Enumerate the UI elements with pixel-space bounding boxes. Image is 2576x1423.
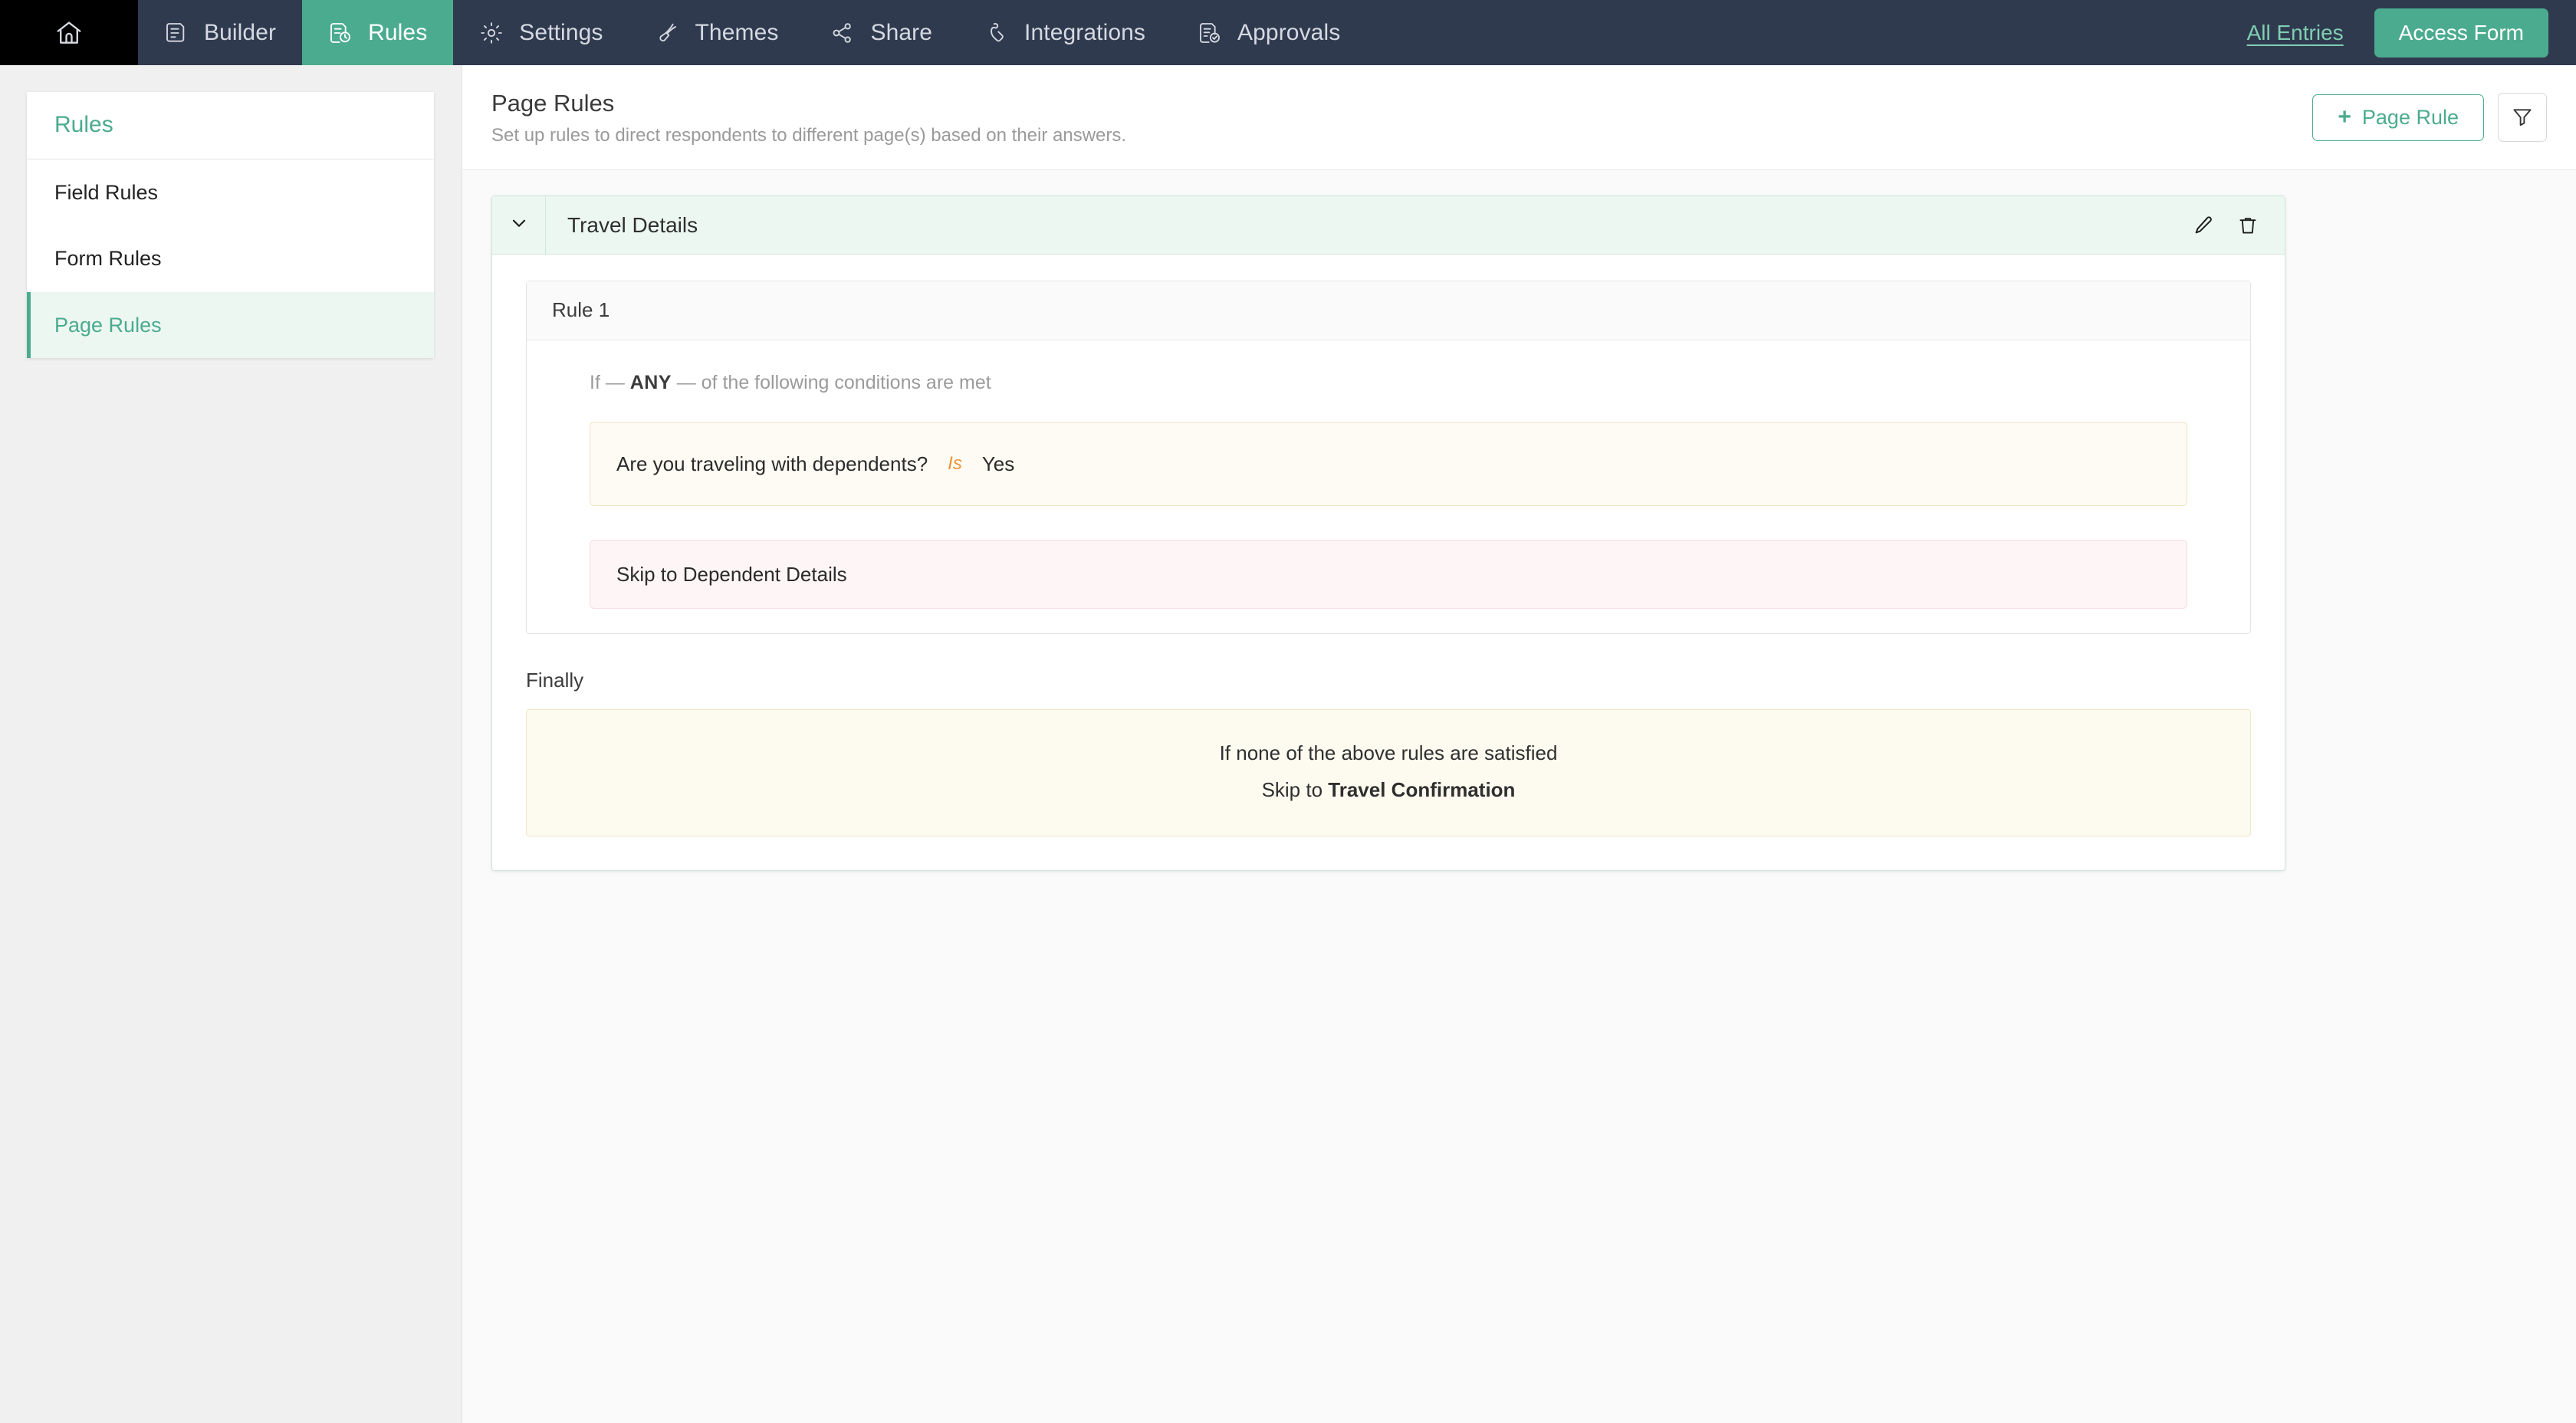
nav-tab-rules[interactable]: Rules — [302, 0, 454, 65]
all-entries-link[interactable]: All Entries — [2247, 21, 2344, 45]
builder-icon — [164, 21, 189, 45]
nav-tab-integrations-label: Integrations — [1024, 19, 1146, 45]
share-icon — [830, 21, 855, 45]
nav-tab-builder-label: Builder — [204, 19, 277, 45]
finally-label: Finally — [526, 669, 584, 692]
rule-group-body: Rule 1 If — ANY — of the following condi… — [492, 255, 2285, 870]
filter-icon — [2511, 105, 2534, 130]
finally-action-text: Skip to Travel Confirmation — [542, 777, 2235, 804]
nav-right-actions: All Entries Access Form — [2247, 0, 2576, 65]
brush-icon — [656, 21, 680, 45]
plus-icon: + — [2338, 104, 2351, 130]
nav-tab-share-label: Share — [870, 19, 933, 45]
access-form-button[interactable]: Access Form — [2374, 8, 2548, 58]
page-header-titles: Page Rules Set up rules to direct respon… — [491, 90, 1126, 146]
rule-group-card: Travel Details Rule 1 If — ANY — of the … — [491, 196, 2285, 872]
chevron-down-icon — [509, 213, 529, 237]
rule-action-row[interactable]: Skip to Dependent Details — [590, 540, 2187, 610]
rule-condition-match-line: If — ANY — of the following conditions a… — [557, 371, 2220, 394]
rule-group-actions — [2193, 196, 2285, 254]
finally-action-prefix: Skip to — [1261, 778, 1329, 802]
page-title: Page Rules — [491, 90, 615, 117]
nav-tab-themes-label: Themes — [695, 19, 779, 45]
home-icon — [54, 18, 84, 48]
condition-operator-label: Is — [948, 453, 962, 475]
add-page-rule-button[interactable]: + Page Rule — [2312, 94, 2484, 141]
finally-box: If none of the above rules are satisfied… — [526, 709, 2251, 837]
sidebar-item-form-rules[interactable]: Form Rules — [27, 225, 434, 291]
nav-tab-themes[interactable]: Themes — [629, 0, 805, 65]
nav-tab-list: Builder Rules Settings Themes Share Inte… — [138, 0, 1366, 65]
match-type-value[interactable]: ANY — [630, 372, 672, 393]
rule-action-label: Skip to Dependent Details — [616, 562, 847, 586]
nav-tab-settings-label: Settings — [519, 19, 603, 45]
rule-box-body: If — ANY — of the following conditions a… — [527, 340, 2250, 633]
filter-button[interactable] — [2498, 93, 2547, 142]
sidebar-item-page-rules-label: Page Rules — [54, 313, 162, 337]
page-header: Page Rules Set up rules to direct respon… — [462, 65, 2576, 171]
nav-tab-share[interactable]: Share — [804, 0, 958, 65]
sidebar-item-field-rules[interactable]: Field Rules — [27, 159, 434, 225]
sidebar-title: Rules — [27, 92, 434, 159]
rule-title: Rule 1 — [527, 281, 2250, 341]
nav-tab-integrations[interactable]: Integrations — [958, 0, 1171, 65]
condition-field-label: Are you traveling with dependents? — [616, 452, 928, 475]
nav-tab-builder[interactable]: Builder — [138, 0, 302, 65]
home-button[interactable] — [0, 0, 138, 65]
nav-tab-approvals[interactable]: Approvals — [1171, 0, 1366, 65]
page-header-actions: + Page Rule — [2312, 90, 2547, 142]
add-page-rule-label: Page Rule — [2361, 105, 2459, 129]
page-subtitle: Set up rules to direct respondents to di… — [491, 124, 1127, 146]
if-prefix-text: If — — [590, 372, 625, 394]
condition-value-label: Yes — [981, 452, 1015, 475]
gear-icon — [479, 21, 504, 45]
sidebar: Rules Field Rules Form Rules Page Rules — [0, 65, 462, 1423]
sidebar-item-field-rules-label: Field Rules — [54, 181, 159, 204]
rule-condition-row[interactable]: Are you traveling with dependents? Is Ye… — [590, 422, 2187, 507]
trash-icon[interactable] — [2237, 215, 2259, 236]
rule-box: Rule 1 If — ANY — of the following condi… — [526, 281, 2251, 635]
rules-scroll-area: Travel Details Rule 1 If — ANY — of the … — [462, 170, 2576, 1423]
approvals-icon — [1198, 21, 1222, 45]
top-navigation-bar: Builder Rules Settings Themes Share Inte… — [0, 0, 2576, 65]
nav-tab-settings[interactable]: Settings — [453, 0, 629, 65]
rules-icon — [328, 21, 353, 45]
rule-group-name: Travel Details — [567, 212, 698, 237]
rule-group-collapse-toggle[interactable] — [492, 196, 546, 255]
page-body: Rules Field Rules Form Rules Page Rules … — [0, 65, 2576, 1423]
pencil-icon[interactable] — [2193, 215, 2214, 236]
sidebar-item-form-rules-label: Form Rules — [54, 247, 162, 271]
finally-action-target: Travel Confirmation — [1328, 778, 1516, 802]
rule-group-header: Travel Details — [492, 196, 2285, 255]
nav-tab-approvals-label: Approvals — [1237, 19, 1341, 45]
nav-tab-rules-label: Rules — [368, 19, 428, 45]
sidebar-card: Rules Field Rules Form Rules Page Rules — [27, 92, 434, 359]
if-suffix-text: — of the following conditions are met — [676, 372, 991, 394]
sidebar-item-page-rules[interactable]: Page Rules — [27, 291, 434, 359]
main-content: Page Rules Set up rules to direct respon… — [462, 65, 2576, 1423]
finally-condition-text: If none of the above rules are satisfied — [1219, 741, 1558, 765]
plug-icon — [984, 21, 1009, 45]
